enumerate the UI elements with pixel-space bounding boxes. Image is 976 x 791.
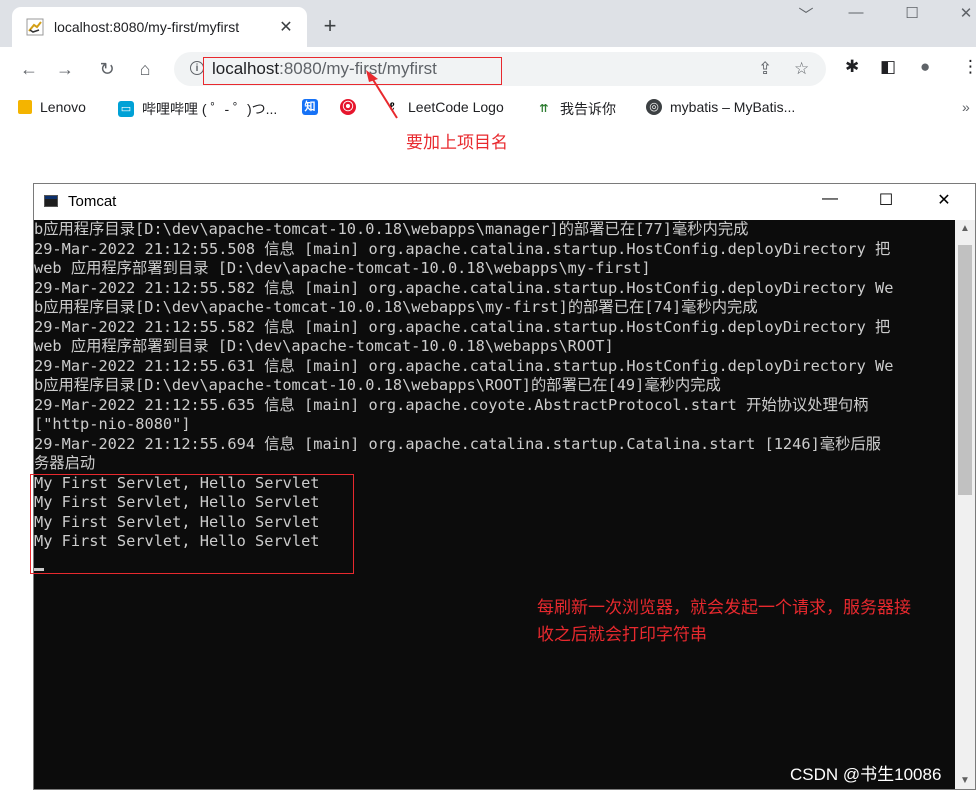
output-annotation-line2: 收之后就会打印字符串 — [537, 625, 707, 644]
console-line: 29-Mar-2022 21:12:55.582 信息 [main] org.a… — [34, 317, 891, 336]
scroll-down-icon[interactable]: ▼ — [960, 775, 970, 786]
console-line: 29-Mar-2022 21:12:55.635 信息 [main] org.a… — [34, 395, 869, 414]
console-app-icon — [44, 195, 58, 207]
scroll-up-icon[interactable]: ▲ — [960, 223, 970, 234]
scrollbar-thumb[interactable] — [958, 245, 972, 495]
console-minimize-icon[interactable]: — — [810, 190, 850, 208]
console-scrollbar[interactable]: ▲ ▼ — [955, 220, 975, 789]
console-line: web 应用程序部署到目录 [D:\dev\apache-tomcat-10.0… — [34, 337, 614, 355]
console-line: 务器启动 — [34, 454, 96, 472]
output-annotation-line1: 每刷新一次浏览器，就会发起一个请求，服务器接 — [537, 598, 911, 617]
console-line: 29-Mar-2022 21:12:55.631 信息 [main] org.a… — [34, 356, 894, 375]
output-highlight-box — [30, 474, 354, 574]
console-line: b应用程序目录[D:\dev\apache-tomcat-10.0.18\web… — [34, 220, 749, 238]
url-annotation: 要加上项目名 — [406, 133, 508, 152]
console-line: 29-Mar-2022 21:12:55.508 信息 [main] org.a… — [34, 239, 891, 258]
console-line: 29-Mar-2022 21:12:55.582 信息 [main] org.a… — [34, 278, 894, 297]
console-line: web 应用程序部署到目录 [D:\dev\apache-tomcat-10.0… — [34, 259, 651, 277]
console-line: ["http-nio-8080"] — [34, 415, 191, 433]
console-title: Tomcat — [68, 193, 117, 210]
console-maximize-icon[interactable]: ☐ — [866, 190, 906, 210]
console-line: b应用程序目录[D:\dev\apache-tomcat-10.0.18\web… — [34, 298, 758, 316]
console-titlebar[interactable]: Tomcat — ☐ ✕ — [34, 184, 975, 220]
console-close-icon[interactable]: ✕ — [924, 190, 964, 210]
console-line: 29-Mar-2022 21:12:55.694 信息 [main] org.a… — [34, 434, 881, 453]
url-arrow — [371, 77, 398, 119]
csdn-watermark: CSDN @书生10086 — [790, 765, 942, 784]
console-line: b应用程序目录[D:\dev\apache-tomcat-10.0.18\web… — [34, 376, 721, 394]
url-arrow-head — [366, 70, 378, 82]
